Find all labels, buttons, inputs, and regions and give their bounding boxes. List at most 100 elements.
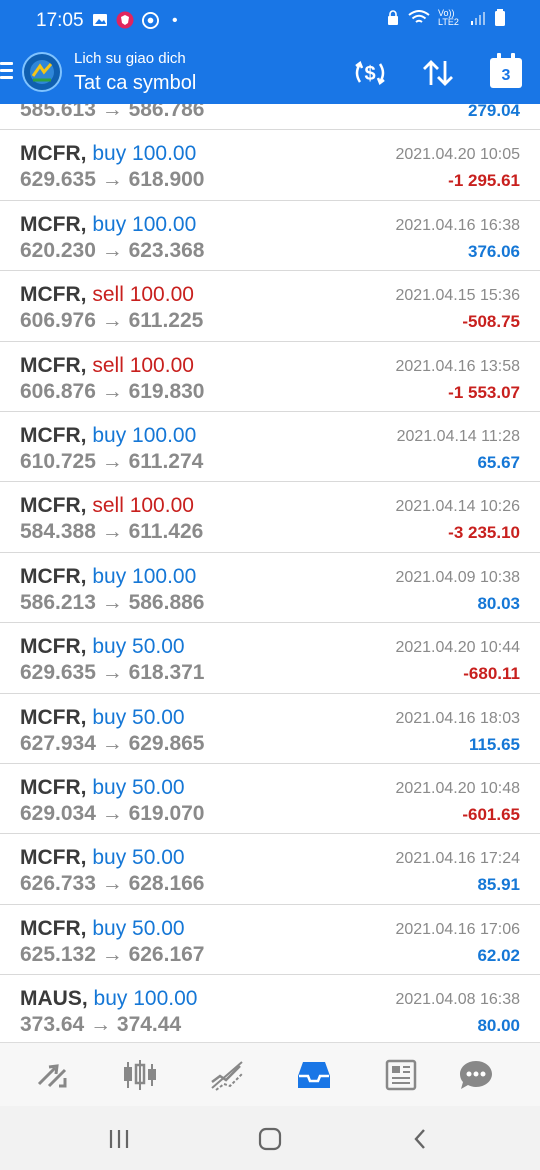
trade-title: MAUS, buy 100.00 (20, 987, 197, 1011)
gallery-icon (93, 14, 107, 26)
header-title[interactable]: Tat ca symbol (74, 72, 196, 95)
trade-history-list[interactable]: 585.613 → 586.786 279.04 MCFR, buy 100.00 6… (0, 104, 540, 1042)
back-button[interactable] (400, 1124, 440, 1154)
nav-chat[interactable] (456, 1055, 496, 1095)
trade-symbol: MCFR, (20, 212, 87, 236)
trade-prices: 629.034 → 619.070 (20, 802, 205, 825)
trade-prices: 584.388 → 611.426 (20, 520, 204, 544)
trade-volume: 100.00 (132, 212, 197, 236)
trade-profit: 376.06 (468, 241, 520, 261)
trade-symbol: MCFR, (20, 142, 87, 166)
trade-prices: 626.733 → 628.166 (20, 872, 205, 896)
trade-row[interactable]: MCFR, buy 100.00 610.725 → 611.274 2021.04… (0, 412, 540, 483)
home-icon (258, 1127, 282, 1151)
trade-date: 2021.04.20 10:48 (395, 780, 520, 797)
trade-profit: 65.67 (477, 453, 520, 472)
trade-title: MCFR, buy 50.00 (20, 635, 185, 659)
nav-quotes[interactable] (32, 1055, 72, 1095)
trade-row[interactable]: MCFR, buy 100.00 586.213 → 586.886 2021.04… (0, 553, 540, 624)
trade-row[interactable]: MCFR, buy 50.00 629.034 → 619.070 2021.04.… (0, 764, 540, 835)
recents-button[interactable] (99, 1124, 139, 1154)
trade-side: buy (92, 212, 127, 236)
trade-title: MCFR, buy 100.00 (20, 424, 196, 448)
trade-profit: -1 553.07 (448, 382, 520, 402)
trade-symbol: MCFR, (20, 353, 87, 377)
trade-volume: 50.00 (132, 635, 185, 659)
status-time: 17:05 (36, 10, 84, 31)
chat-bubble-icon (460, 1061, 492, 1089)
trade-volume: 100.00 (132, 424, 197, 447)
nav-news[interactable] (381, 1055, 421, 1095)
trade-title: MCFR, buy 100.00 (20, 565, 196, 589)
sort-icon (423, 60, 453, 86)
back-icon (414, 1129, 425, 1149)
trade-volume: 100.00 (129, 353, 194, 377)
home-button[interactable] (250, 1124, 290, 1154)
trade-row[interactable]: MAUS, buy 100.00 373.64 → 374.44 2021.04.0… (0, 975, 540, 1042)
bottom-navigation (0, 1042, 540, 1106)
trade-row[interactable]: MCFR, buy 50.00 627.934 → 629.865 2021.04.… (0, 694, 540, 764)
trade-prices: 606.976 → 611.225 (20, 309, 204, 333)
status-dot: • (172, 12, 178, 29)
trade-volume: 100.00 (129, 494, 194, 518)
trade-prices: 586.213 → 586.886 (20, 590, 205, 614)
battery-icon (495, 9, 505, 26)
trade-side: buy (92, 776, 127, 799)
sort-button[interactable] (418, 54, 458, 92)
trade-symbol: MCFR, (20, 635, 87, 659)
currency-exchange-button[interactable]: $ (350, 54, 390, 92)
wifi-icon (408, 10, 430, 23)
trade-title: MCFR, sell 100.00 (20, 494, 194, 518)
hamburger-icon[interactable] (0, 62, 14, 82)
app-header: Lich su giao dich Tat ca symbol $ 3 (0, 42, 540, 104)
trade-row[interactable]: MCFR, sell 100.00 584.388 → 611.426 2021.0… (0, 482, 540, 553)
trade-date: 2021.04.16 16:38 (395, 216, 520, 234)
candlestick-icon (124, 1060, 156, 1090)
trade-title: MCFR, buy 50.00 (20, 846, 185, 870)
status-system-icons: Vo)) LTE2 (386, 9, 506, 27)
trade-side: buy (93, 987, 128, 1011)
trade-row[interactable]: 585.613 → 586.786 279.04 (0, 104, 540, 131)
trade-profit: 80.03 (477, 593, 520, 613)
trade-side: buy (92, 424, 127, 447)
trade-side: buy (92, 142, 127, 166)
trade-date: 2021.04.16 18:03 (395, 709, 520, 727)
nav-trade[interactable] (207, 1055, 247, 1095)
trade-side: sell (92, 494, 124, 518)
trade-date: 2021.04.16 13:58 (395, 357, 520, 375)
trade-prices: 373.64 → 374.44 (20, 1013, 182, 1037)
trade-prices: 627.934 → 629.865 (20, 731, 205, 755)
trade-row[interactable]: MCFR, buy 100.00 620.230 → 623.368 2021.04… (0, 201, 540, 272)
trade-side: buy (92, 846, 127, 870)
trade-row[interactable]: MCFR, buy 50.00 625.132 → 626.167 2021.04.… (0, 905, 540, 976)
chrome-icon (142, 11, 159, 29)
trade-symbol: MCFR, (20, 705, 87, 729)
trade-prices: 629.635 → 618.900 (20, 168, 205, 192)
trade-volume: 50.00 (132, 776, 185, 799)
calendar-icon[interactable]: 3 (490, 53, 522, 88)
trade-row[interactable]: MCFR, buy 50.00 629.635 → 618.371 2021.04.… (0, 623, 540, 694)
trade-volume: 100.00 (132, 142, 197, 166)
trade-profit: -680.11 (463, 664, 520, 684)
nav-chart[interactable] (120, 1055, 160, 1095)
trade-symbol: MCFR, (20, 494, 87, 518)
trade-volume: 50.00 (132, 705, 185, 729)
nav-history[interactable] (294, 1055, 334, 1095)
trade-side: buy (92, 564, 127, 588)
trade-date: 2021.04.15 15:36 (395, 287, 520, 305)
svg-text:$: $ (364, 63, 375, 85)
metatrader-logo (22, 52, 62, 92)
trade-side: sell (92, 353, 124, 377)
trade-symbol: MCFR, (20, 846, 87, 870)
trade-volume: 50.00 (132, 916, 185, 940)
trade-volume: 100.00 (133, 987, 198, 1011)
trade-symbol: MCFR, (20, 283, 87, 307)
trade-row[interactable]: MCFR, sell 100.00 606.876 → 619.830 2021.0… (0, 342, 540, 412)
header-subtitle: Lich su giao dich (74, 50, 186, 67)
trend-lines-icon (211, 1061, 243, 1091)
trade-row[interactable]: MCFR, buy 50.00 626.733 → 628.166 2021.04.… (0, 834, 540, 905)
trade-row[interactable]: MCFR, buy 100.00 629.635 → 618.900 2021.04… (0, 130, 540, 201)
network-label: Vo)) LTE2 (438, 8, 459, 27)
trade-row[interactable]: MCFR, sell 100.00 606.976 → 611.225 2021.0… (0, 271, 540, 342)
trade-prices: 585.613 → 586.786 (20, 104, 205, 121)
